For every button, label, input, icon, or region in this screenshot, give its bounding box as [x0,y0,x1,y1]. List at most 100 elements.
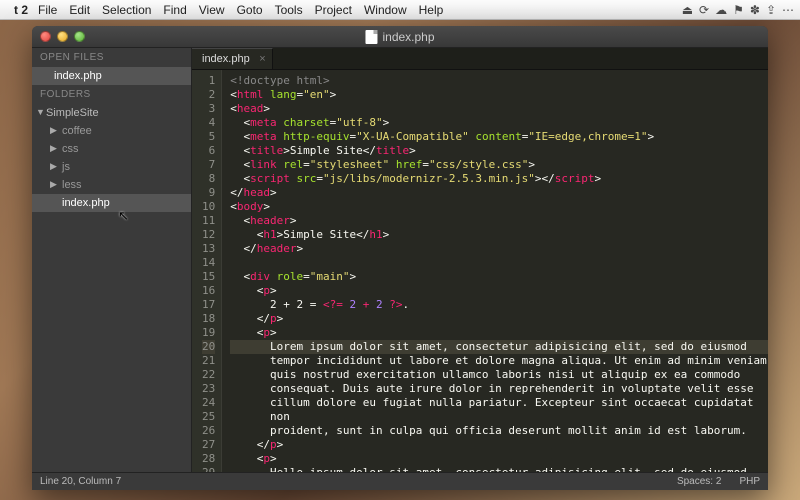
line-number[interactable]: 6 [202,144,215,158]
line-number[interactable]: 26 [202,424,215,438]
code-line[interactable]: <head> [230,102,768,116]
sidebar-folder-js[interactable]: ▶js [32,158,191,176]
line-number[interactable]: 1 [202,74,215,88]
status-indent[interactable]: Spaces: 2 [677,476,721,487]
code-line[interactable]: <p> [230,326,768,340]
menubar-status-icon[interactable]: ⋯ [782,3,794,17]
line-number[interactable]: 21 [202,354,215,368]
code-line[interactable]: </header> [230,242,768,256]
line-number[interactable]: 25 [202,410,215,424]
menu-view[interactable]: View [199,3,225,17]
menubar-status-icon[interactable]: ☁ [715,3,727,17]
code-line[interactable]: <!doctype html> [230,74,768,88]
menu-edit[interactable]: Edit [69,3,90,17]
code-line[interactable]: <meta charset="utf-8"> [230,116,768,130]
line-number[interactable]: 13 [202,242,215,256]
code-content[interactable]: <!doctype html><html lang="en"><head> <m… [222,70,768,472]
line-number[interactable]: 19 [202,326,215,340]
chevron-right-icon[interactable]: ▶ [50,161,57,172]
line-number[interactable]: 27 [202,438,215,452]
status-cursor-position[interactable]: Line 20, Column 7 [40,476,121,487]
status-language[interactable]: PHP [739,476,760,487]
line-number[interactable]: 3 [202,102,215,116]
tab-bar[interactable]: index.php × [192,48,768,70]
menu-tools[interactable]: Tools [275,3,303,17]
menubar-status-icon[interactable]: ⇪ [766,3,776,17]
line-number[interactable]: 28 [202,452,215,466]
line-number[interactable]: 17 [202,298,215,312]
code-line[interactable]: proident, sunt in culpa qui officia dese… [230,424,768,438]
chevron-down-icon[interactable]: ▼ [36,107,45,117]
menu-find[interactable]: Find [163,3,186,17]
code-line[interactable]: non [230,410,768,424]
menubar-status-icon[interactable]: ⟳ [699,3,709,17]
close-tab-icon[interactable]: × [259,53,265,65]
code-line[interactable]: </p> [230,438,768,452]
line-number[interactable]: 4 [202,116,215,130]
titlebar[interactable]: index.php [32,26,768,48]
tab-index-php[interactable]: index.php × [192,48,273,69]
menu-goto[interactable]: Goto [237,3,263,17]
minimize-window-button[interactable] [57,31,68,42]
code-line[interactable]: <html lang="en"> [230,88,768,102]
line-number[interactable]: 12 [202,228,215,242]
menu-file[interactable]: File [38,3,57,17]
line-number[interactable]: 16 [202,284,215,298]
code-line[interactable]: <title>Simple Site</title> [230,144,768,158]
code-line[interactable]: <script src="js/libs/modernizr-2.5.3.min… [230,172,768,186]
code-line[interactable]: Lorem ipsum dolor sit amet, consectetur … [230,340,768,354]
sidebar-file[interactable]: index.php [32,194,191,212]
sidebar-folder-css[interactable]: ▶css [32,140,191,158]
line-number[interactable]: 15 [202,270,215,284]
chevron-right-icon[interactable]: ▶ [50,179,57,190]
app-name[interactable]: t 2 [14,3,28,17]
code-line[interactable]: <header> [230,214,768,228]
line-number[interactable]: 20 [202,340,215,354]
code-line[interactable]: quis nostrud exercitation ullamco labori… [230,368,768,382]
line-number[interactable]: 2 [202,88,215,102]
line-number[interactable]: 8 [202,172,215,186]
code-line[interactable]: <div role="main"> [230,270,768,284]
code-line[interactable]: </head> [230,186,768,200]
menu-help[interactable]: Help [419,3,444,17]
code-line[interactable]: <meta http-equiv="X-UA-Compatible" conte… [230,130,768,144]
sidebar-open-file[interactable]: index.php [32,67,191,85]
chevron-right-icon[interactable]: ▶ [50,125,57,136]
menu-window[interactable]: Window [364,3,407,17]
sidebar-folder-less[interactable]: ▶less [32,176,191,194]
line-number[interactable]: 22 [202,368,215,382]
code-line[interactable]: <p> [230,284,768,298]
line-number[interactable]: 7 [202,158,215,172]
code-line[interactable]: <body> [230,200,768,214]
code-line[interactable] [230,256,768,270]
close-window-button[interactable] [40,31,51,42]
code-line[interactable]: <h1>Simple Site</h1> [230,228,768,242]
code-line[interactable]: <p> [230,452,768,466]
line-number[interactable]: 14 [202,256,215,270]
line-number[interactable]: 10 [202,200,215,214]
sidebar[interactable]: OPEN FILES index.php FOLDERS ▼ SimpleSit… [32,48,192,472]
code-area[interactable]: 1234567891011121314151617181920212223242… [192,70,768,472]
code-line[interactable]: <link rel="stylesheet" href="css/style.c… [230,158,768,172]
menubar-status-icon[interactable]: ✽ [750,3,760,17]
line-number[interactable]: 24 [202,396,215,410]
menu-selection[interactable]: Selection [102,3,151,17]
line-number-gutter[interactable]: 1234567891011121314151617181920212223242… [192,70,222,472]
line-number[interactable]: 23 [202,382,215,396]
code-line[interactable]: </p> [230,312,768,326]
line-number[interactable]: 11 [202,214,215,228]
line-number[interactable]: 5 [202,130,215,144]
menubar-status-icon[interactable]: ⚑ [733,3,744,17]
menubar-status-icon[interactable]: ⏏ [682,3,693,17]
menu-project[interactable]: Project [315,3,352,17]
zoom-window-button[interactable] [74,31,85,42]
code-line[interactable]: consequat. Duis aute irure dolor in repr… [230,382,768,396]
line-number[interactable]: 9 [202,186,215,200]
sidebar-folder-root[interactable]: ▼ SimpleSite [32,104,191,122]
code-line[interactable]: cillum dolore eu fugiat nulla pariatur. … [230,396,768,410]
sidebar-folder-coffee[interactable]: ▶coffee [32,122,191,140]
code-line[interactable]: tempor incididunt ut labore et dolore ma… [230,354,768,368]
chevron-right-icon[interactable]: ▶ [50,143,57,154]
code-line[interactable]: 2 + 2 = <?= 2 + 2 ?>. [230,298,768,312]
line-number[interactable]: 18 [202,312,215,326]
